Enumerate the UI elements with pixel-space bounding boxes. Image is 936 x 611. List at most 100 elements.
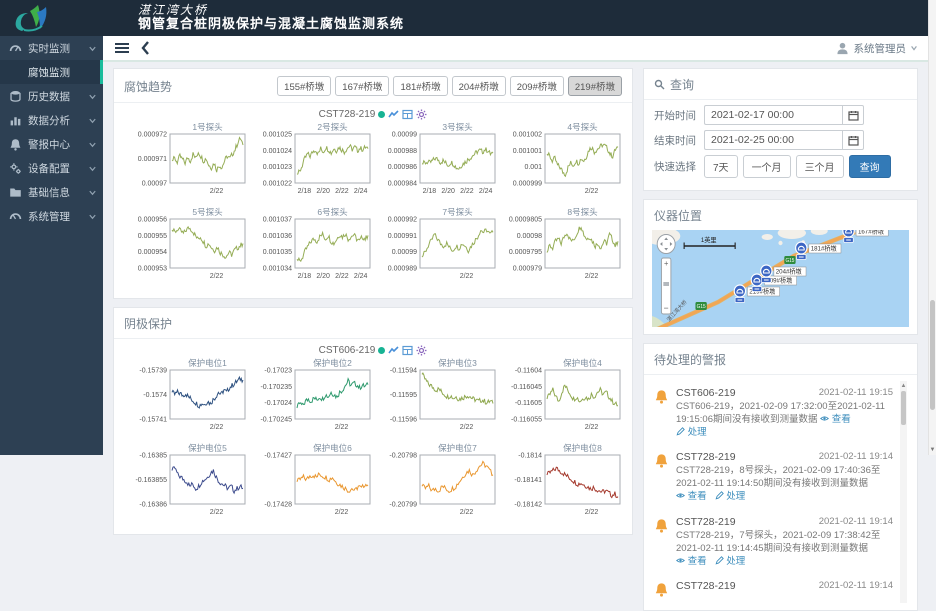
corrosion-legend-label: CST728-219: [319, 109, 376, 120]
settings-gear-icon[interactable]: [416, 109, 427, 120]
svg-text:2/22: 2/22: [460, 188, 474, 195]
alerts-scroll-up[interactable]: ▲: [900, 381, 907, 390]
start-calendar-button[interactable]: [842, 105, 864, 125]
line-chart-toggle-icon[interactable]: [388, 109, 399, 120]
svg-text:保护电位1: 保护电位1: [188, 358, 227, 368]
svg-text:2/18: 2/18: [298, 188, 312, 195]
pier-button[interactable]: 219#桥墩: [568, 76, 622, 96]
svg-text:2/24: 2/24: [354, 188, 368, 195]
svg-text:2/22: 2/22: [210, 188, 224, 195]
alert-view-link[interactable]: 查看: [676, 556, 707, 567]
corrosion-chart-grid: 1号探头0.0009720.0009710.000972/222号探头0.001…: [124, 121, 622, 291]
sidebar-item-1[interactable]: 实时监测: [0, 36, 103, 60]
data-table-toggle-icon[interactable]: [402, 345, 413, 356]
alerts-scrollbar[interactable]: ▲: [900, 381, 907, 603]
chart-cell: 保护电位1-0.15739-0.1574-0.157412/22: [124, 357, 249, 442]
map-zoom-slider[interactable]: +−: [661, 258, 670, 314]
svg-text:2/18: 2/18: [298, 273, 312, 280]
alert-item: CST728-2192021-02-11 19:14CST728-219，7号探…: [654, 510, 907, 574]
legend-dot-icon[interactable]: [378, 347, 385, 354]
chart-cell: 3号探头0.000990.0009880.0009860.0009842/182…: [374, 121, 499, 206]
alert-view-link[interactable]: 查看: [676, 491, 707, 502]
data-table-toggle-icon[interactable]: [402, 109, 413, 120]
mini-chart: 6号探头0.0010370.0010360.0010350.0010342/18…: [249, 206, 374, 286]
quick-select-button[interactable]: 三个月: [796, 155, 844, 178]
svg-text:保护电位3: 保护电位3: [438, 358, 477, 368]
brand-line1: 湛江湾大桥: [138, 4, 404, 18]
svg-text:-0.18142: -0.18142: [514, 502, 542, 509]
pier-button[interactable]: 204#桥墩: [452, 76, 506, 96]
alert-device: CST606-219: [676, 387, 736, 399]
svg-text:-0.20799: -0.20799: [389, 502, 417, 509]
svg-text:-0.116055: -0.116055: [511, 417, 542, 424]
sidebar-item-7[interactable]: 系统管理: [0, 204, 103, 228]
map[interactable]: G15G15湛江湾大桥219#桥墩209#桥墩204#桥墩181#桥墩167#桥…: [652, 230, 909, 327]
svg-text:2/22: 2/22: [210, 424, 224, 431]
sidebar-item-5[interactable]: 设备配置: [0, 156, 103, 180]
chevron-down-icon: [910, 44, 918, 52]
svg-text:2/22: 2/22: [335, 509, 349, 516]
toolbar: 系统管理员: [103, 36, 928, 62]
quick-select-button[interactable]: 7天: [704, 155, 738, 178]
mini-chart: 5号探头0.0009560.0009550.0009540.0009532/22: [124, 206, 249, 286]
alert-handle-link[interactable]: 处理: [676, 427, 707, 438]
sidebar-item-2[interactable]: 历史数据: [0, 84, 103, 108]
alert-item: CST606-2192021-02-11 19:15CST606-219，202…: [654, 381, 907, 445]
pier-button[interactable]: 209#桥墩: [510, 76, 564, 96]
line-chart-toggle-icon[interactable]: [388, 345, 399, 356]
scrollbar-down-arrow[interactable]: ▼: [929, 445, 936, 455]
alert-time: 2021-02-11 19:15: [819, 387, 893, 399]
svg-text:2/22: 2/22: [335, 424, 349, 431]
sidebar-item-label: 基础信息: [28, 185, 88, 200]
quick-select-button[interactable]: 一个月: [743, 155, 791, 178]
quick-select-group: 7天一个月三个月: [704, 155, 849, 178]
user-menu[interactable]: 系统管理员: [836, 41, 919, 56]
legend-dot-icon[interactable]: [378, 111, 385, 118]
sidebar-item-6[interactable]: 基础信息: [0, 180, 103, 204]
chart-cell: 4号探头0.0010020.0010010.0010.0009992/22: [499, 121, 624, 206]
map-pan-control[interactable]: [657, 235, 675, 254]
sidebar-item-4[interactable]: 警报中心: [0, 132, 103, 156]
svg-text:0.000988: 0.000988: [388, 148, 417, 155]
alert-body: CST728-219，7号探头，2021-02-09 17:38:42至2021…: [676, 530, 893, 568]
sidebar-subitem-active[interactable]: 腐蚀监测: [0, 60, 103, 84]
sidebar-item-3[interactable]: 数据分析: [0, 108, 103, 132]
svg-text:+: +: [664, 259, 669, 268]
svg-text:0.000991: 0.000991: [388, 233, 417, 240]
query-submit-button[interactable]: 查询: [849, 155, 891, 178]
svg-text:-0.170245: -0.170245: [260, 417, 292, 424]
alerts-scroll-thumb[interactable]: [901, 391, 906, 425]
end-calendar-button[interactable]: [842, 130, 864, 150]
chevron-down-icon: [88, 164, 97, 173]
svg-text:-0.1814: -0.1814: [518, 453, 542, 460]
svg-text:2/22: 2/22: [335, 273, 349, 280]
pier-button[interactable]: 167#桥墩: [335, 76, 389, 96]
svg-text:0.000955: 0.000955: [138, 233, 167, 240]
svg-text:-0.15741: -0.15741: [139, 417, 167, 424]
pending-alerts-card: 待处理的警报 CST606-2192021-02-11 19:15CST606-…: [643, 343, 918, 611]
hamburger-menu-icon[interactable]: [113, 40, 131, 56]
start-time-input[interactable]: [704, 105, 842, 125]
svg-text:0.000953: 0.000953: [138, 266, 167, 273]
settings-gear-icon[interactable]: [416, 345, 427, 356]
svg-text:G15: G15: [697, 304, 706, 310]
svg-text:0.001035: 0.001035: [263, 249, 292, 256]
chart-cell: 6号探头0.0010370.0010360.0010350.0010342/18…: [249, 206, 374, 291]
svg-text:-0.116045: -0.116045: [511, 384, 542, 391]
map-canvas[interactable]: G15G15湛江湾大桥219#桥墩209#桥墩204#桥墩181#桥墩167#桥…: [652, 230, 909, 327]
svg-text:2/24: 2/24: [354, 273, 368, 280]
pier-button[interactable]: 181#桥墩: [393, 76, 447, 96]
end-time-input[interactable]: [704, 130, 842, 150]
page-scrollbar[interactable]: ▼: [928, 0, 936, 455]
pier-button[interactable]: 155#桥墩: [277, 76, 331, 96]
alert-handle-link[interactable]: 处理: [715, 556, 746, 567]
svg-text:0.001037: 0.001037: [263, 217, 292, 224]
alert-handle-link[interactable]: 处理: [715, 491, 746, 502]
scrollbar-thumb[interactable]: [930, 300, 935, 410]
instrument-location-title: 仪器位置: [654, 207, 907, 224]
svg-text:2/22: 2/22: [335, 188, 349, 195]
alert-view-link[interactable]: 查看: [820, 414, 851, 425]
back-arrow-icon[interactable]: [139, 40, 151, 56]
mini-chart: 保护电位1-0.15739-0.1574-0.157412/22: [124, 357, 249, 437]
svg-text:保护电位4: 保护电位4: [563, 358, 602, 368]
